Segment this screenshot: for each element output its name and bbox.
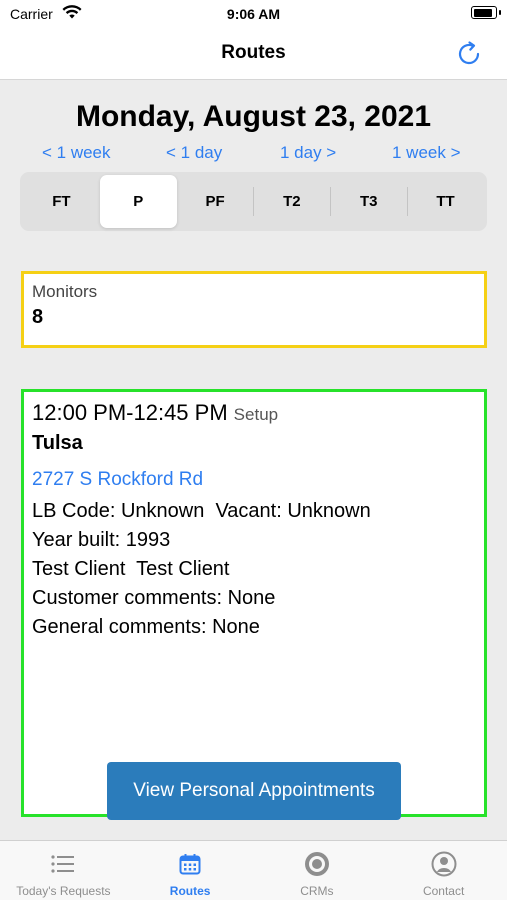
- forward-day-link[interactable]: 1 day >: [280, 143, 336, 163]
- tab-label: CRMs: [300, 884, 334, 898]
- tab-label: Today's Requests: [16, 884, 111, 898]
- segment-label: T2: [283, 193, 301, 210]
- tab-contact[interactable]: Contact: [380, 841, 507, 900]
- segment-tt[interactable]: TT: [407, 175, 484, 228]
- segment-label: T3: [359, 193, 378, 210]
- tab-label: Routes: [169, 884, 211, 898]
- navigation-bar: Routes: [0, 30, 507, 80]
- back-week-link[interactable]: < 1 week: [42, 143, 111, 163]
- status-bar: Carrier 9:06 AM: [0, 0, 507, 30]
- tab-label: Contact: [422, 884, 465, 898]
- appointment-card[interactable]: 12:00 PM-12:45 PM Setup Tulsa 2727 S Rock…: [21, 389, 487, 817]
- calendar-icon: [176, 851, 204, 877]
- segment-ft[interactable]: FT: [23, 175, 100, 228]
- segment-t2[interactable]: T2: [253, 175, 330, 228]
- date-title: Monday, August 23, 2021: [75, 100, 432, 133]
- appointment-year-built: Year built: 1993: [32, 529, 171, 551]
- forward-week-link[interactable]: 1 week >: [392, 143, 461, 163]
- segment-p[interactable]: P: [99, 175, 177, 228]
- view-personal-appointments-button[interactable]: View Personal Appointments: [107, 762, 401, 820]
- monitors-card: Monitors 8: [21, 271, 487, 348]
- appointment-client: Test Client Test Client: [32, 558, 230, 580]
- battery-fill: [473, 8, 493, 17]
- date-navigation: < 1 week < 1 day 1 day > 1 week >: [0, 143, 507, 165]
- tab-routes[interactable]: Routes: [127, 841, 254, 900]
- appointment-type: Setup: [233, 405, 279, 424]
- back-day-link[interactable]: < 1 day: [166, 143, 222, 163]
- appointment-city: Tulsa: [32, 432, 83, 454]
- refresh-icon: [458, 41, 480, 65]
- segment-label: P: [133, 193, 144, 210]
- general-comments: General comments: None: [32, 616, 260, 638]
- segment-divider: [407, 187, 409, 216]
- appointment-time: 12:00 PM-12:45 PM: [32, 400, 228, 425]
- person-icon: [430, 851, 458, 877]
- tab-todays-requests[interactable]: Today's Requests: [0, 841, 127, 900]
- segment-pf[interactable]: PF: [177, 175, 254, 228]
- target-icon: [303, 851, 331, 877]
- customer-comments: Customer comments: None: [32, 587, 276, 609]
- segment-divider: [253, 187, 255, 216]
- segment-label: FT: [52, 193, 71, 210]
- page-title: Routes: [221, 42, 286, 63]
- route-segmented-control: FT P PF T2 T3 TT: [20, 172, 487, 231]
- segment-label: TT: [436, 193, 455, 210]
- list-icon: [49, 851, 77, 877]
- refresh-button[interactable]: [453, 38, 485, 70]
- clock-time: 9:06 AM: [226, 6, 281, 22]
- segment-divider: [330, 187, 332, 216]
- segment-t3[interactable]: T3: [330, 175, 407, 228]
- tab-bar: Today's Requests Routes CRMs Contact: [0, 840, 507, 900]
- monitors-count: 8: [32, 306, 44, 328]
- monitors-label: Monitors: [32, 282, 98, 301]
- battery-icon: [471, 6, 501, 19]
- appointment-codes: LB Code: Unknown Vacant: Unknown: [32, 500, 371, 522]
- tab-crms[interactable]: CRMs: [254, 841, 381, 900]
- appointment-address-link[interactable]: 2727 S Rockford Rd: [32, 469, 203, 491]
- segment-label: PF: [205, 193, 225, 210]
